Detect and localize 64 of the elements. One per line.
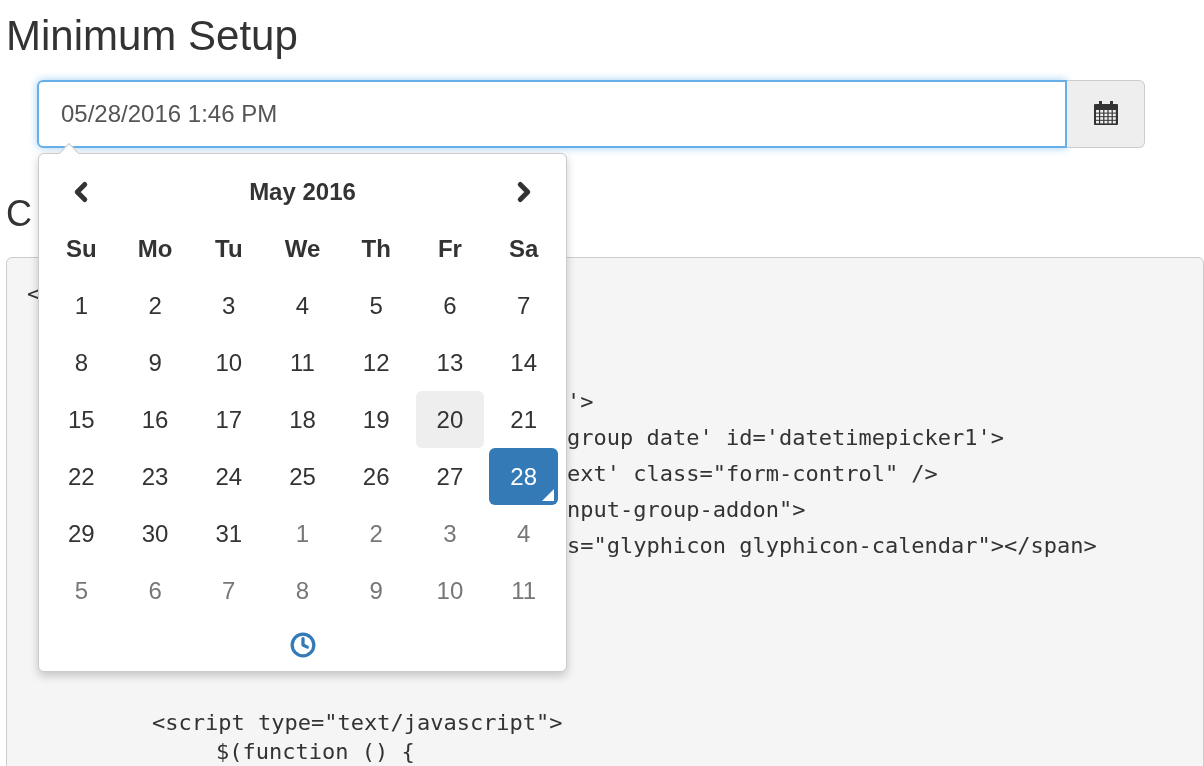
calendar-day[interactable]: 10	[194, 334, 264, 391]
calendar-day[interactable]: 10	[415, 562, 485, 619]
calendar-day[interactable]: 3	[194, 277, 264, 334]
calendar-button[interactable]	[1067, 80, 1145, 148]
calendar-day[interactable]: 20	[415, 391, 485, 448]
calendar-day[interactable]: 3	[415, 505, 485, 562]
weekday-label: Th	[361, 233, 391, 264]
calendar-day[interactable]: 21	[489, 391, 558, 448]
today-marker-icon	[542, 489, 554, 501]
calendar-day[interactable]: 9	[120, 334, 190, 391]
calendar-day[interactable]: 1	[268, 505, 337, 562]
code-line: nput-group-addon">	[567, 497, 806, 522]
page-title: Minimum Setup	[6, 11, 298, 61]
calendar-day[interactable]: 13	[415, 334, 485, 391]
calendar-day[interactable]: 31	[194, 505, 264, 562]
calendar-day[interactable]: 7	[489, 277, 558, 334]
calendar-day[interactable]: 8	[268, 562, 337, 619]
datetime-input[interactable]: 05/28/2016 1:46 PM	[37, 80, 1067, 148]
calendar-day[interactable]: 25	[268, 448, 337, 505]
calendar-day[interactable]: 6	[120, 562, 190, 619]
code-line: $(function () {	[216, 739, 415, 764]
code-line: <script type="text/javascript">	[152, 710, 563, 735]
calendar-day[interactable]: 29	[47, 505, 116, 562]
calendar-day[interactable]: 15	[47, 391, 116, 448]
calendar-day[interactable]: 27	[415, 448, 485, 505]
calendar-day[interactable]: 5	[47, 562, 116, 619]
month-title[interactable]: May 2016	[115, 164, 490, 220]
calendar-day[interactable]: 2	[341, 505, 411, 562]
calendar-day[interactable]: 23	[120, 448, 190, 505]
calendar-day[interactable]: 30	[120, 505, 190, 562]
calendar-day[interactable]: 16	[120, 391, 190, 448]
code-line: '>	[567, 389, 594, 414]
calendar-day[interactable]: 26	[341, 448, 411, 505]
calendar-day[interactable]: 24	[194, 448, 264, 505]
calendar-icon	[1092, 101, 1119, 127]
code-line: group date' id='datetimepicker1'>	[567, 425, 1005, 450]
code-line: ext' class="form-control" />	[567, 461, 938, 486]
calendar-day[interactable]: 1	[47, 277, 116, 334]
calendar-day[interactable]: 6	[415, 277, 485, 334]
calendar-day[interactable]: 28	[489, 448, 558, 505]
calendar-day[interactable]: 9	[341, 562, 411, 619]
calendar-day[interactable]: 2	[120, 277, 190, 334]
calendar-day[interactable]: 11	[268, 334, 337, 391]
calendar-day[interactable]: 19	[341, 391, 411, 448]
calendar-day[interactable]: 5	[341, 277, 411, 334]
calendar-day[interactable]: 4	[489, 505, 558, 562]
calendar-day[interactable]: 18	[268, 391, 337, 448]
weekday-label: We	[284, 233, 321, 264]
calendar-day[interactable]: 12	[341, 334, 411, 391]
calendar-day[interactable]: 14	[489, 334, 558, 391]
calendar-day[interactable]: 22	[47, 448, 116, 505]
calendar-day[interactable]: 4	[268, 277, 337, 334]
clock-icon	[289, 632, 316, 658]
calendar-day[interactable]: 11	[489, 562, 558, 619]
calendar-day[interactable]: 7	[194, 562, 264, 619]
weekday-label: Tu	[215, 233, 243, 264]
weekday-label: Mo	[137, 233, 173, 264]
calendar-day[interactable]: 8	[47, 334, 116, 391]
code-line: s="glyphicon glyphicon-calendar"></span>	[567, 533, 1097, 558]
section-heading: C	[6, 194, 32, 234]
weekday-label: Su	[66, 233, 97, 264]
weekday-label: Sa	[508, 233, 539, 264]
weekday-label: Fr	[437, 233, 462, 264]
calendar-day[interactable]: 17	[194, 391, 264, 448]
